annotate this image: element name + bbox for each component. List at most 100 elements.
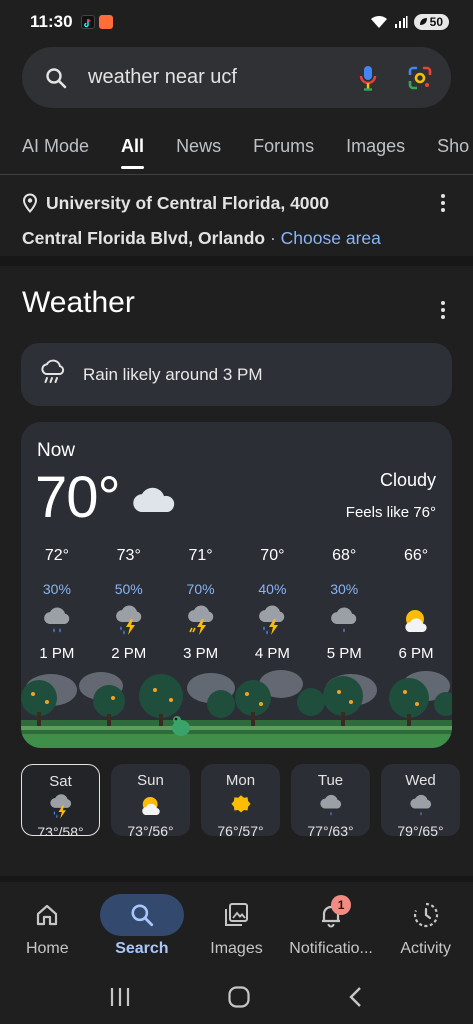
- tab-shopping[interactable]: Sho: [437, 136, 469, 157]
- weather-card: Now 70° Cloudy Feels like 76° 72° 30% 1 …: [21, 422, 452, 748]
- day-temp-range: 79°/65°: [397, 823, 444, 836]
- nav-notifications[interactable]: 1 Notificatio...: [284, 882, 379, 974]
- thunderstorm-icon: [165, 601, 237, 641]
- rain-cloud-icon: [308, 601, 380, 641]
- now-label: Now: [37, 440, 76, 461]
- hour-precip: [380, 581, 452, 599]
- day-temp-range: 73°/56°: [127, 823, 174, 836]
- tab-news[interactable]: News: [176, 136, 221, 157]
- nav-search[interactable]: Search: [95, 882, 190, 974]
- battery-indicator: 50: [413, 14, 449, 30]
- section-separator: [0, 256, 473, 266]
- hourly-item[interactable]: 66° 6 PM: [380, 547, 452, 662]
- day-name: Sun: [137, 772, 164, 789]
- hourly-item[interactable]: 70° 40% 4 PM: [236, 547, 308, 662]
- hour-temp: 72°: [44, 547, 70, 564]
- nav-images[interactable]: Images: [189, 882, 284, 974]
- day-card[interactable]: Tue 77°/63°: [291, 764, 370, 836]
- thunderstorm-rain-icon: [93, 601, 165, 641]
- location-more-icon[interactable]: [441, 194, 445, 212]
- system-navigation: [0, 974, 473, 1024]
- nav-home[interactable]: Home: [0, 882, 95, 974]
- search-input[interactable]: weather near ucf: [88, 66, 359, 89]
- nav-activity[interactable]: Activity: [378, 882, 473, 974]
- thunderstorm-rain-icon: [22, 792, 99, 822]
- recent-apps-icon[interactable]: [108, 986, 132, 1013]
- cloudy-icon: [129, 480, 179, 521]
- home-icon: [5, 894, 89, 936]
- partly-cloudy-icon: [111, 791, 190, 821]
- hour-precip: 40%: [258, 581, 287, 597]
- battery-saver-icon: [419, 18, 427, 25]
- day-name: Wed: [405, 772, 436, 789]
- hourly-forecast: 72° 30% 1 PM 73° 50% 2 PM 71° 70% 3 PM 7…: [21, 547, 452, 662]
- tab-ai-mode[interactable]: AI Mode: [22, 136, 89, 157]
- current-condition: Cloudy: [379, 470, 436, 490]
- status-app-icons: [80, 15, 113, 29]
- day-name: Sat: [49, 773, 72, 790]
- location-line: University of Central Florida, 4000 Cent…: [22, 188, 442, 254]
- search-icon: [99, 894, 184, 936]
- partly-cloudy-icon: [380, 601, 452, 641]
- hour-temp: 70°: [260, 547, 285, 564]
- tab-images[interactable]: Images: [346, 136, 405, 157]
- status-right: 50: [370, 14, 449, 30]
- images-icon: [194, 894, 278, 936]
- day-name: Tue: [317, 772, 344, 789]
- battery-level: 50: [429, 15, 443, 29]
- weather-more-icon[interactable]: [441, 301, 445, 319]
- hour-precip: 50%: [114, 581, 143, 597]
- hour-temp: 71°: [188, 547, 213, 564]
- tab-all[interactable]: All: [121, 136, 145, 169]
- status-time: 11:30: [30, 12, 73, 31]
- mic-icon[interactable]: [359, 64, 377, 92]
- rain-cloud-icon: [21, 601, 93, 641]
- daily-forecast: Sat 73°/58° Sun 73°/56° Mon 76°/57° Tue …: [21, 764, 473, 836]
- rain-cloud-icon: [381, 791, 460, 821]
- hour-label: 1 PM: [39, 645, 75, 662]
- hour-temp: 66°: [403, 547, 429, 564]
- day-temp-range: 77°/63°: [307, 823, 354, 836]
- hour-label: 3 PM: [183, 645, 219, 662]
- choose-area-link[interactable]: Choose area: [281, 228, 381, 248]
- weather-scene-illustration: [21, 668, 452, 748]
- back-icon[interactable]: [346, 985, 366, 1014]
- search-bar[interactable]: weather near ucf: [22, 47, 451, 108]
- day-card-selected[interactable]: Sat 73°/58°: [21, 764, 100, 836]
- sun-icon: [201, 791, 280, 821]
- hourly-item[interactable]: 68° 30% 5 PM: [308, 547, 380, 662]
- hour-precip: 70%: [186, 581, 215, 597]
- lens-icon[interactable]: [407, 65, 433, 91]
- hourly-item[interactable]: 72° 30% 1 PM: [21, 547, 93, 662]
- hourly-item[interactable]: 71° 70% 3 PM: [165, 547, 237, 662]
- location-pin-icon: [22, 192, 38, 223]
- feels-like: Feels like 76°: [345, 504, 436, 521]
- rain-alert[interactable]: Rain likely around 3 PM: [21, 343, 452, 406]
- status-bar: 11:30 50: [0, 0, 473, 44]
- day-card[interactable]: Wed 79°/65°: [381, 764, 460, 836]
- hourly-item[interactable]: 73° 50% 2 PM: [93, 547, 165, 662]
- day-temp-range: 76°/57°: [217, 823, 264, 836]
- day-name: Mon: [225, 772, 256, 789]
- hour-precip: 30%: [42, 581, 71, 597]
- location-address-line2: Central Florida Blvd, Orlando: [22, 228, 266, 248]
- hour-label: 5 PM: [326, 645, 362, 662]
- current-temperature: 70°: [35, 465, 121, 530]
- home-button-icon[interactable]: [227, 985, 251, 1014]
- rain-cloud-outline-icon: [39, 358, 67, 391]
- day-temp-range: 73°/58°: [37, 824, 84, 836]
- day-card[interactable]: Sun 73°/56°: [111, 764, 190, 836]
- nav-search-label: Search: [115, 940, 169, 957]
- tab-forums[interactable]: Forums: [253, 136, 314, 157]
- hour-label: 2 PM: [111, 645, 147, 662]
- bottom-navigation: Home Search Images 1 Notificatio... Acti…: [0, 882, 473, 974]
- location-address-line1: University of Central Florida, 4000: [46, 193, 330, 213]
- rain-cloud-icon: [291, 791, 370, 821]
- hour-precip: 30%: [330, 581, 359, 597]
- day-card[interactable]: Mon 76°/57°: [201, 764, 280, 836]
- tiktok-icon: [80, 15, 95, 29]
- shopping-app-icon: [98, 15, 113, 29]
- nav-activity-label: Activity: [400, 940, 451, 957]
- nav-notifications-label: Notificatio...: [289, 940, 373, 957]
- nav-home-label: Home: [25, 940, 69, 957]
